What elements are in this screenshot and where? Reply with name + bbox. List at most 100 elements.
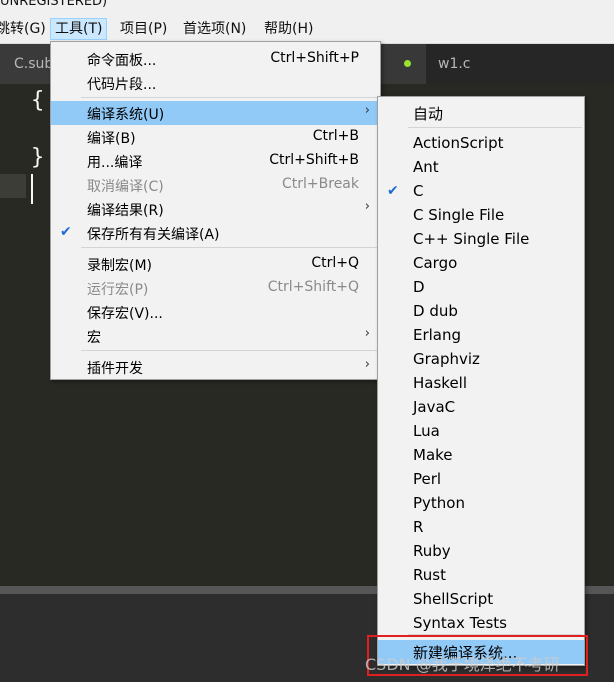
menu-item-build-system[interactable]: 编译系统(U) ›	[51, 101, 380, 125]
menu-item-developer[interactable]: 插件开发 ›	[51, 355, 380, 379]
menu-item-label: Python	[413, 494, 465, 512]
menu-item-label: 宏	[87, 330, 101, 346]
current-line-gutter	[0, 174, 26, 198]
menu-item-label: 代码片段...	[87, 77, 157, 93]
build-system-item[interactable]: Rust	[378, 564, 584, 588]
menu-item-label: 命令面板...	[87, 53, 157, 69]
menu-item-save-all-on-build[interactable]: ✔ 保存所有有关编译(A)	[51, 221, 380, 245]
menu-preferences[interactable]: 首选项(N)	[179, 19, 250, 39]
menu-item-macros[interactable]: 宏 ›	[51, 324, 380, 348]
menu-item-label: JavaC	[413, 398, 456, 416]
build-system-item[interactable]: Ruby	[378, 540, 584, 564]
menu-item-shortcut: Ctrl+Q	[311, 255, 359, 271]
build-system-auto[interactable]: 自动	[378, 101, 584, 125]
build-system-item[interactable]: Lua	[378, 420, 584, 444]
build-system-item[interactable]: Make	[378, 444, 584, 468]
build-system-item[interactable]: D dub	[378, 300, 584, 324]
menu-item-label: Syntax Tests	[413, 614, 507, 632]
build-system-item[interactable]: Haskell	[378, 372, 584, 396]
menu-tools[interactable]: 工具(T)	[50, 18, 108, 40]
menu-item-playback-macro: 运行宏(P) Ctrl+Shift+Q	[51, 276, 380, 300]
build-system-item[interactable]: Erlang	[378, 324, 584, 348]
menu-item-label: Perl	[413, 470, 442, 488]
menu-item-snippets[interactable]: 代码片段...	[51, 71, 380, 95]
menu-item-shortcut: Ctrl+Shift+P	[270, 50, 359, 66]
menu-item-label: C	[413, 182, 424, 200]
menu-item-cancel-build: 取消编译(C) Ctrl+Break	[51, 173, 380, 197]
build-system-item[interactable]: ActionScript	[378, 132, 584, 156]
menu-item-label: Ant	[413, 158, 439, 176]
menu-item-label: Erlang	[413, 326, 462, 344]
menu-item-label: Make	[413, 446, 453, 464]
menu-item-label: D dub	[413, 302, 458, 320]
submenu-arrow-icon: ›	[364, 326, 370, 341]
build-system-item[interactable]: C Single File	[378, 204, 584, 228]
menu-item-label: Cargo	[413, 254, 458, 272]
build-system-item[interactable]: ShellScript	[378, 588, 584, 612]
tab-c-sublime-build[interactable]: C.sub	[0, 44, 53, 84]
menu-item-label: C Single File	[413, 206, 505, 224]
build-system-item[interactable]: Ant	[378, 156, 584, 180]
tools-menu: 命令面板... Ctrl+Shift+P 代码片段... 编译系统(U) › 编…	[50, 41, 381, 380]
menu-item-save-macro[interactable]: 保存宏(V)...	[51, 300, 380, 324]
menu-item-label: 保存宏(V)...	[87, 306, 163, 322]
menu-item-build-results[interactable]: 编译结果(R) ›	[51, 197, 380, 221]
menu-item-build[interactable]: 编译(B) Ctrl+B	[51, 125, 380, 149]
build-system-item[interactable]: JavaC	[378, 396, 584, 420]
build-system-item[interactable]: C++ Single File	[378, 228, 584, 252]
submenu-arrow-icon: ›	[364, 199, 370, 214]
menu-item-label: Graphviz	[413, 350, 480, 368]
menu-help[interactable]: 帮助(H)	[260, 19, 317, 39]
build-system-item[interactable]: Graphviz	[378, 348, 584, 372]
code-brace-open: {	[31, 88, 45, 113]
build-system-item[interactable]: R	[378, 516, 584, 540]
code-brace-close: }	[31, 145, 45, 170]
menu-separator	[408, 127, 582, 128]
build-system-submenu: 自动 ActionScript Ant ✔ C C Single File C++ Sin…	[377, 96, 585, 666]
menu-item-shortcut: Ctrl+Shift+Q	[267, 279, 359, 295]
menu-item-record-macro[interactable]: 录制宏(M) Ctrl+Q	[51, 252, 380, 276]
modified-dot-icon	[404, 60, 411, 67]
menu-item-label: Rust	[413, 566, 446, 584]
checkmark-icon: ✔	[60, 224, 72, 240]
tab-unsaved[interactable]	[378, 44, 426, 84]
menu-item-label: 保存所有有关编译(A)	[87, 227, 220, 243]
menu-bar: 跳转(G) 工具(T) 项目(P) 首选项(N) 帮助(H)	[0, 14, 614, 44]
checkmark-icon: ✔	[387, 183, 399, 199]
build-system-item[interactable]: Syntax Tests	[378, 612, 584, 636]
submenu-arrow-icon: ›	[364, 357, 370, 372]
build-system-item[interactable]: Python	[378, 492, 584, 516]
submenu-arrow-icon: ›	[364, 103, 370, 118]
menu-item-label: C++ Single File	[413, 230, 530, 248]
build-system-item[interactable]: Cargo	[378, 252, 584, 276]
menu-item-label: 插件开发	[87, 361, 143, 377]
build-system-item[interactable]: D	[378, 276, 584, 300]
menu-separator	[81, 350, 378, 351]
build-system-item[interactable]: Perl	[378, 468, 584, 492]
menu-item-label: Ruby	[413, 542, 451, 560]
menu-item-label: 编译系统(U)	[87, 107, 165, 123]
menu-item-label: Lua	[413, 422, 440, 440]
menu-item-label: 用...编译	[87, 155, 143, 171]
build-system-item[interactable]: ✔ C	[378, 180, 584, 204]
tab-w1-c[interactable]: w1.c	[426, 44, 614, 84]
menu-item-label: 编译(B)	[87, 131, 136, 147]
menu-item-label: 自动	[413, 105, 444, 123]
menu-item-label: 编译结果(R)	[87, 203, 164, 219]
menu-separator	[81, 97, 378, 98]
menu-item-label: Haskell	[413, 374, 468, 392]
text-cursor	[31, 174, 33, 204]
menu-item-command-palette[interactable]: 命令面板... Ctrl+Shift+P	[51, 47, 380, 71]
menu-item-label: D	[413, 278, 425, 296]
menu-goto[interactable]: 跳转(G)	[0, 19, 50, 39]
menu-item-shortcut: Ctrl+Shift+B	[269, 152, 359, 168]
menu-separator	[81, 247, 378, 248]
window-title: UNREGISTERED)	[0, 0, 108, 9]
menu-item-label: ShellScript	[413, 590, 494, 608]
menu-item-label: 运行宏(P)	[87, 282, 149, 298]
menu-item-shortcut: Ctrl+B	[312, 128, 359, 144]
menu-item-label: 取消编译(C)	[87, 179, 164, 195]
menu-item-build-with[interactable]: 用...编译 Ctrl+Shift+B	[51, 149, 380, 173]
watermark: CSDN @我于境泽绝不考研	[365, 655, 560, 674]
menu-project[interactable]: 项目(P)	[116, 19, 171, 39]
